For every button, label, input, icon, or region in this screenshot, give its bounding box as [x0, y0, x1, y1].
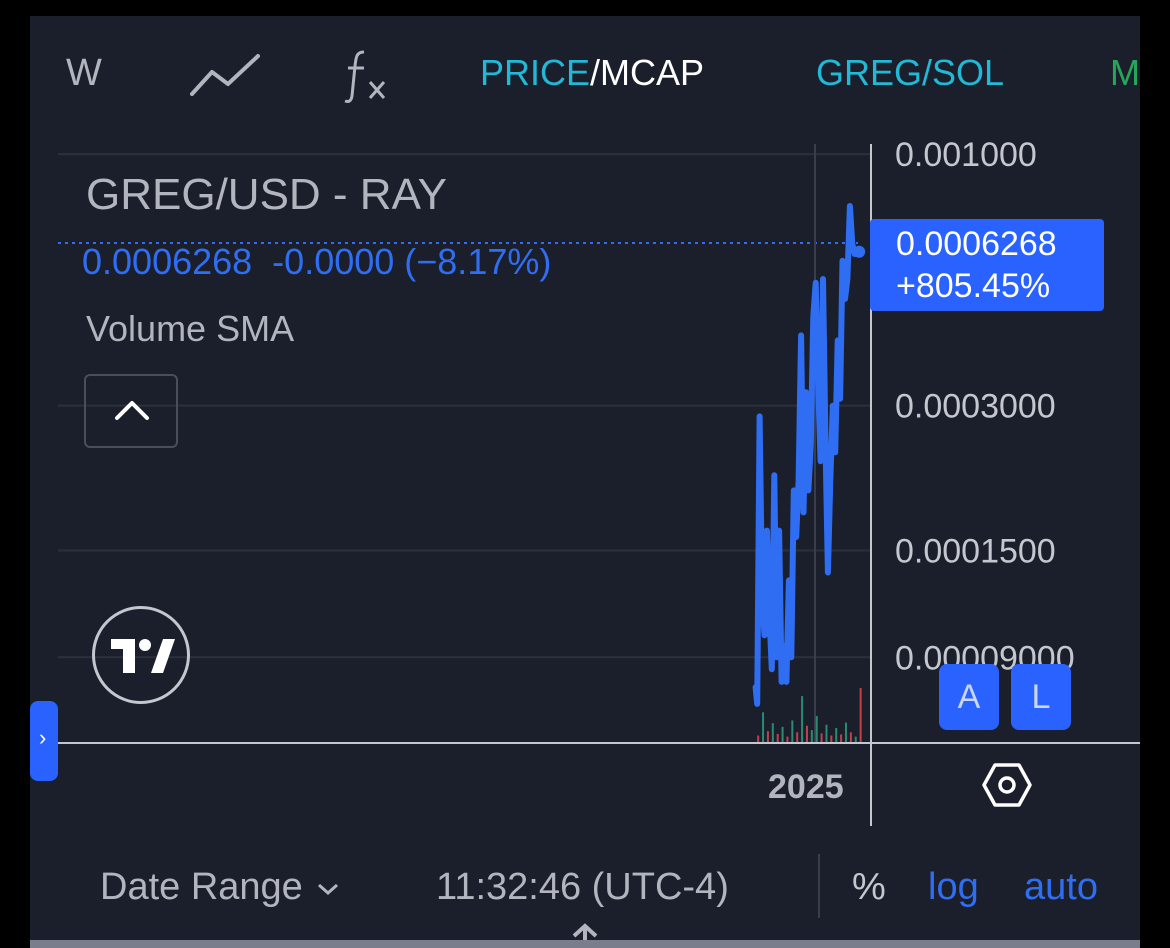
log-scale-button[interactable]: L: [1011, 664, 1071, 730]
volume-bar: [801, 696, 804, 742]
volume-bar: [791, 720, 794, 742]
price-axis-ticks: 0.0010000.00030000.00015000.00009000: [895, 136, 1075, 677]
bottom-strip: [30, 940, 1140, 948]
volume-bar: [786, 736, 789, 742]
volume-bar: [854, 736, 857, 742]
volume-bar: [815, 716, 818, 742]
log-toggle[interactable]: log: [928, 866, 979, 909]
volume-bar: [830, 735, 833, 742]
last-price-label: 0.0006268 +805.45%: [870, 219, 1104, 311]
date-range-label: Date Range: [100, 866, 303, 908]
indicator-label[interactable]: Volume SMA: [86, 308, 294, 350]
volume-bar: [757, 735, 760, 742]
chart-title: GREG/USD - RAY: [86, 170, 448, 219]
volume-bar: [840, 734, 843, 742]
date-range-dropdown[interactable]: Date Range: [100, 866, 339, 909]
collapse-legend-button[interactable]: [84, 374, 178, 448]
volume-bar: [849, 732, 852, 742]
price-series-line: [752, 203, 861, 707]
volume-bar: [781, 726, 784, 742]
volume-bar: [776, 733, 779, 742]
chart-grid: [58, 153, 871, 659]
chevron-up-icon: [115, 401, 149, 420]
chevron-right-icon: ›: [39, 725, 47, 750]
volume-bar: [844, 722, 847, 742]
clock-timezone[interactable]: 11:32:46 (UTC-4): [436, 866, 729, 909]
time-axis-label: 2025: [768, 768, 844, 806]
volume-bar: [805, 725, 808, 742]
side-panel-toggle[interactable]: ›: [30, 701, 58, 781]
settings-icon[interactable]: [982, 762, 1032, 808]
auto-scale-button[interactable]: A: [939, 664, 999, 730]
volume-bar: [820, 733, 823, 742]
tradingview-logo: [92, 606, 190, 704]
chevron-down-icon: [317, 883, 338, 895]
volume-bar: [859, 688, 862, 742]
auto-toggle[interactable]: auto: [1024, 866, 1098, 909]
volume-bar: [810, 730, 813, 742]
volume-bar: [762, 712, 765, 742]
price-axis-tick-label: 0.0001500: [895, 533, 1056, 571]
volume-bar: [835, 727, 838, 742]
volume-bars: [757, 688, 862, 742]
last-price-dot: [853, 245, 866, 258]
volume-bar: [825, 724, 828, 742]
last-price-value: 0.0006268: [896, 225, 1057, 263]
volume-bar: [796, 732, 799, 742]
last-price-change: +805.45%: [896, 267, 1051, 305]
tv-logo-icon: [111, 639, 175, 673]
bottom-divider: [818, 854, 820, 918]
price-axis-tick-label: 0.0003000: [895, 388, 1056, 426]
volume-bar: [766, 731, 769, 742]
percent-toggle[interactable]: %: [852, 866, 886, 909]
volume-bar: [771, 723, 774, 742]
price-axis-tick-label: 0.001000: [895, 136, 1037, 174]
legend-price-line: 0.0006268 -0.0000 (−8.17%): [82, 241, 552, 282]
